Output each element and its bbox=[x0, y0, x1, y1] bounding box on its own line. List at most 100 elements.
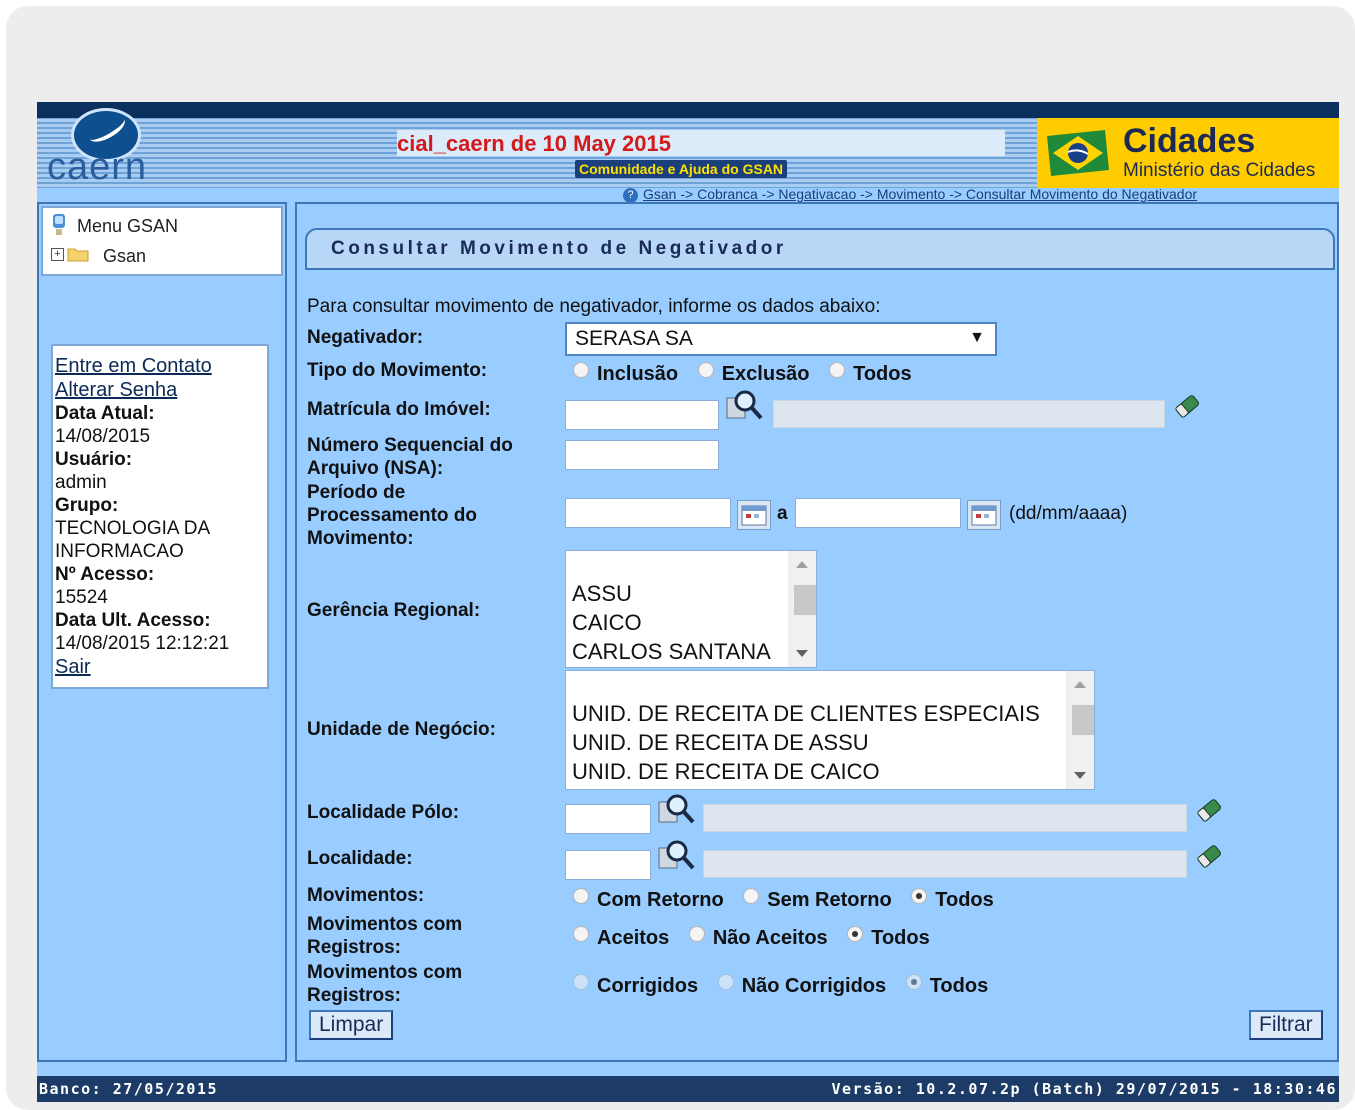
radio-com-retorno[interactable] bbox=[573, 888, 589, 904]
localidade-input[interactable] bbox=[565, 850, 651, 880]
header: caern cial_caern de 10 May 2015 Comunida… bbox=[37, 102, 1339, 203]
page-title: Consultar Movimento de Negativador bbox=[331, 238, 787, 259]
localidade-polo-input[interactable] bbox=[565, 804, 651, 834]
version-info: Versão: 10.2.07.2p (Batch) 29/07/2015 - … bbox=[831, 1080, 1337, 1098]
nsa-input[interactable] bbox=[565, 440, 719, 470]
group-value-line1: TECNOLOGIA DA bbox=[55, 518, 211, 539]
eraser-icon[interactable] bbox=[1171, 390, 1205, 424]
filter-button[interactable]: Filtrar bbox=[1249, 1010, 1323, 1040]
unidade-listbox[interactable]: UNID. DE RECEITA DE CLIENTES ESPECIAIS U… bbox=[565, 670, 1095, 790]
radio-aceitos-todos-label: Todos bbox=[871, 927, 930, 949]
localidade-polo-label: Localidade Pólo: bbox=[307, 802, 460, 823]
radio-movimentos-todos[interactable] bbox=[911, 888, 928, 904]
movimentos-label: Movimentos: bbox=[307, 885, 425, 906]
scroll-down-icon[interactable] bbox=[796, 650, 808, 657]
gerencia-option[interactable]: ASSU bbox=[572, 581, 632, 607]
community-help-link[interactable]: Comunidade e Ajuda do GSAN bbox=[575, 160, 788, 178]
user-value: admin bbox=[55, 472, 107, 493]
user-info-panel: Entre em Contato Alterar Senha Data Atua… bbox=[51, 344, 269, 689]
periodo-end-input[interactable] bbox=[795, 498, 961, 528]
gerencia-option[interactable]: CARLOS SANTANA bbox=[572, 639, 771, 665]
radio-aceitos-todos[interactable] bbox=[847, 926, 864, 942]
periodo-label-line3: Movimento: bbox=[307, 528, 414, 549]
nsa-label-line2: Arquivo (NSA): bbox=[307, 458, 444, 479]
logo-text: caern bbox=[47, 146, 148, 188]
database-date: Banco: 27/05/2015 bbox=[39, 1080, 219, 1098]
search-icon[interactable] bbox=[657, 792, 697, 826]
scroll-thumb[interactable] bbox=[1072, 705, 1094, 735]
scrolling-banner: cial_caern de 10 May 2015 bbox=[397, 130, 1005, 156]
radio-tipo-todos-label: Todos bbox=[853, 363, 912, 385]
tipo-movimento-radio-group: Inclusão Exclusão Todos bbox=[573, 362, 926, 386]
periodo-label-line1: Período de bbox=[307, 482, 406, 503]
radio-tipo-todos[interactable] bbox=[829, 362, 846, 378]
unidade-scrollbar[interactable] bbox=[1066, 671, 1094, 789]
instruction-text: Para consultar movimento de negativador,… bbox=[307, 296, 881, 317]
negativador-selected-value: SERASA SA bbox=[575, 327, 693, 350]
menu-title[interactable]: Menu GSAN bbox=[77, 216, 178, 237]
eraser-icon[interactable] bbox=[1193, 840, 1227, 874]
gerencia-option[interactable]: CAICO bbox=[572, 610, 642, 636]
radio-corrigidos-todos[interactable] bbox=[905, 974, 922, 990]
radio-corrigidos-todos-label: Todos bbox=[929, 975, 989, 997]
radio-com-retorno-label: Com Retorno bbox=[597, 889, 724, 911]
radio-inclusao[interactable] bbox=[573, 362, 589, 378]
group-value-line2: INFORMACAO bbox=[55, 541, 184, 562]
radio-nao-corrigidos-label: Não Corrigidos bbox=[741, 975, 887, 997]
scroll-down-icon[interactable] bbox=[1074, 772, 1086, 779]
matricula-description-field bbox=[773, 400, 1165, 428]
calendar-start-icon[interactable] bbox=[737, 500, 771, 530]
help-icon[interactable]: ? bbox=[623, 187, 638, 203]
access-count-value: 15524 bbox=[55, 587, 108, 608]
registros-aceitos-label-line1: Movimentos com bbox=[307, 914, 463, 935]
gerencia-listbox[interactable]: ASSU CAICO CARLOS SANTANA bbox=[565, 550, 817, 668]
ministry-title: Cidades bbox=[1123, 122, 1256, 160]
gerencia-label: Gerência Regional: bbox=[307, 600, 481, 621]
negativador-label: Negativador: bbox=[307, 327, 424, 348]
change-password-link[interactable]: Alterar Senha bbox=[55, 378, 267, 402]
search-icon[interactable] bbox=[725, 388, 765, 422]
radio-exclusao[interactable] bbox=[697, 362, 714, 378]
radio-sem-retorno-label: Sem Retorno bbox=[767, 889, 892, 911]
matricula-input[interactable] bbox=[565, 400, 719, 430]
radio-inclusao-label: Inclusão bbox=[597, 363, 679, 385]
unidade-option[interactable]: UNID. DE RECEITA DE ASSU bbox=[572, 730, 869, 756]
breadcrumb[interactable]: ? Gsan -> Cobranca -> Negativacao -> Movi… bbox=[623, 186, 1197, 203]
status-bar: Banco: 27/05/2015 Versão: 10.2.07.2p (Ba… bbox=[37, 1076, 1339, 1102]
radio-aceitos-label: Aceitos bbox=[597, 927, 670, 949]
ministry-logo: Cidades Ministério das Cidades bbox=[1037, 118, 1339, 188]
gerencia-scrollbar[interactable] bbox=[788, 551, 816, 667]
scroll-thumb[interactable] bbox=[794, 585, 816, 615]
group-label: Grupo: bbox=[55, 495, 119, 516]
gsan-app: caern cial_caern de 10 May 2015 Comunida… bbox=[37, 102, 1339, 1102]
radio-movimentos-todos-label: Todos bbox=[935, 889, 994, 911]
tree-expand-icon[interactable]: + bbox=[51, 248, 64, 261]
menu-panel: Menu GSAN + Gsan bbox=[41, 206, 283, 276]
unidade-option[interactable]: UNID. DE RECEITA DE CAICO bbox=[572, 759, 880, 785]
tree-item-gsan[interactable]: Gsan bbox=[103, 246, 146, 267]
periodo-start-input[interactable] bbox=[565, 498, 731, 528]
unidade-label: Unidade de Negócio: bbox=[307, 719, 496, 740]
eraser-icon[interactable] bbox=[1193, 794, 1227, 828]
radio-corrigidos[interactable] bbox=[573, 974, 589, 990]
scroll-up-icon[interactable] bbox=[796, 561, 808, 568]
folder-icon[interactable] bbox=[67, 246, 89, 262]
sidebar: Menu GSAN + Gsan Entre em Contato Altera… bbox=[37, 202, 287, 1062]
logout-link[interactable]: Sair bbox=[55, 655, 267, 679]
search-icon[interactable] bbox=[657, 838, 697, 872]
negativador-select[interactable]: SERASA SA ▼ bbox=[565, 322, 997, 356]
radio-aceitos[interactable] bbox=[573, 926, 589, 942]
radio-nao-corrigidos[interactable] bbox=[717, 974, 734, 990]
radio-corrigidos-label: Corrigidos bbox=[597, 975, 699, 997]
radio-nao-aceitos[interactable] bbox=[688, 926, 705, 942]
contact-link[interactable]: Entre em Contato bbox=[55, 354, 267, 378]
calendar-end-icon[interactable] bbox=[967, 500, 1001, 530]
breadcrumb-text[interactable]: Gsan -> Cobranca -> Negativacao -> Movim… bbox=[643, 186, 1197, 202]
unidade-option[interactable]: UNID. DE RECEITA DE CLIENTES ESPECIAIS bbox=[572, 701, 1040, 727]
clear-button[interactable]: Limpar bbox=[309, 1010, 394, 1040]
header-top-bar bbox=[37, 102, 1339, 118]
dropdown-arrow-icon[interactable]: ▼ bbox=[969, 329, 985, 347]
radio-sem-retorno[interactable] bbox=[743, 888, 760, 904]
scroll-up-icon[interactable] bbox=[1074, 681, 1086, 688]
localidade-label: Localidade: bbox=[307, 848, 413, 869]
